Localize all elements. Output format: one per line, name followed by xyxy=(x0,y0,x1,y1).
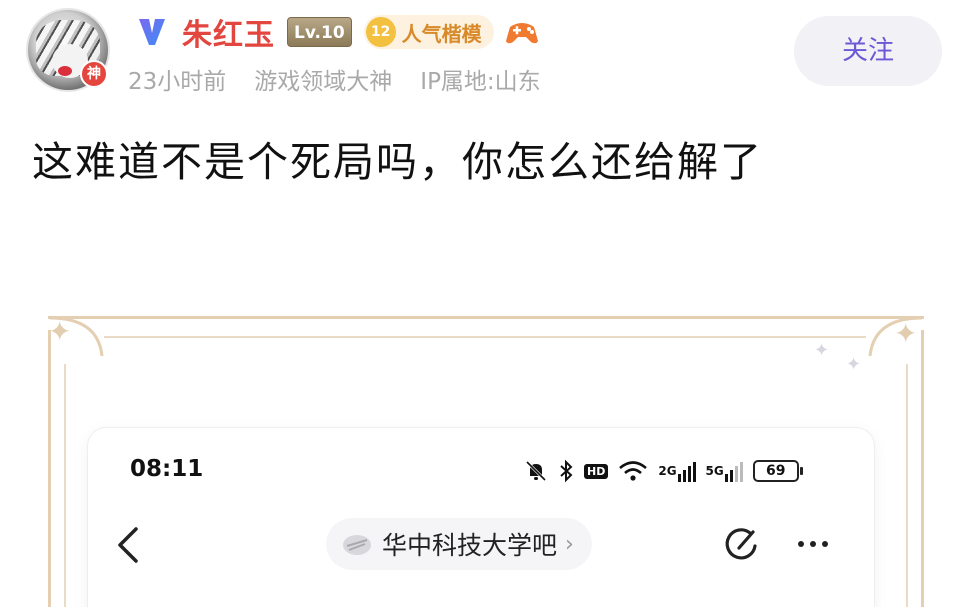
frame-left-border xyxy=(48,330,51,607)
signal-5g: 5G xyxy=(706,460,743,482)
forum-name: 华中科技大学吧 xyxy=(382,531,558,560)
popularity-badge: 12 人气楷模 xyxy=(363,15,494,49)
popularity-title: 人气楷模 xyxy=(401,21,482,46)
sparkle-icon: ✦ xyxy=(814,340,830,361)
post-meta: 23小时前 游戏领域大神 IP属地:山东 xyxy=(128,62,541,96)
author-name[interactable]: 朱红玉 xyxy=(182,10,275,54)
more-button[interactable] xyxy=(788,522,838,566)
frame-left-inner xyxy=(64,364,66,607)
v-shield-icon xyxy=(132,12,172,52)
frame-right-border xyxy=(921,330,924,607)
author-row: 朱红玉 Lv.10 12 人气楷模 xyxy=(132,10,542,54)
ip-location: IP属地:山东 xyxy=(420,69,541,95)
game-controller-icon xyxy=(502,15,542,49)
follow-button[interactable]: 关注 xyxy=(794,16,942,86)
wifi-icon xyxy=(618,459,648,483)
post-time: 23小时前 xyxy=(128,69,227,95)
chevron-right-icon: › xyxy=(565,531,574,557)
chevron-left-icon xyxy=(118,527,138,563)
sparkle-icon: ✦ xyxy=(846,354,862,375)
back-button[interactable] xyxy=(116,520,146,570)
author-title: 游戏领域大神 xyxy=(254,69,393,95)
more-dot xyxy=(798,541,804,547)
avatar-mark xyxy=(58,66,72,76)
signal-2g: 2G xyxy=(658,460,696,482)
more-dot xyxy=(810,541,816,547)
frame-right-inner xyxy=(906,364,908,607)
status-time: 08:11 xyxy=(130,456,204,482)
post-content: 这难道不是个死局吗，你怎么还给解了 xyxy=(32,138,763,186)
sparkle-icon: ✦ xyxy=(48,315,72,348)
level-badge: Lv.10 xyxy=(287,17,352,47)
share-button[interactable] xyxy=(720,522,764,566)
battery-indicator: 69 xyxy=(752,460,803,482)
bell-off-icon xyxy=(524,459,548,483)
sparkle-icon: ✦ xyxy=(894,317,918,350)
forum-pill[interactable]: 华中科技大学吧 › xyxy=(326,518,592,570)
more-dot xyxy=(822,541,828,547)
forum-logo-icon xyxy=(340,529,374,559)
hd-badge: HD xyxy=(584,463,609,479)
share-icon xyxy=(725,528,757,560)
popularity-level: 12 xyxy=(365,17,396,47)
bluetooth-icon xyxy=(558,459,574,483)
frame-inner-border xyxy=(104,336,866,338)
status-icons: HD 2G 5G 69 xyxy=(524,456,803,486)
god-badge: 神 xyxy=(80,60,108,88)
